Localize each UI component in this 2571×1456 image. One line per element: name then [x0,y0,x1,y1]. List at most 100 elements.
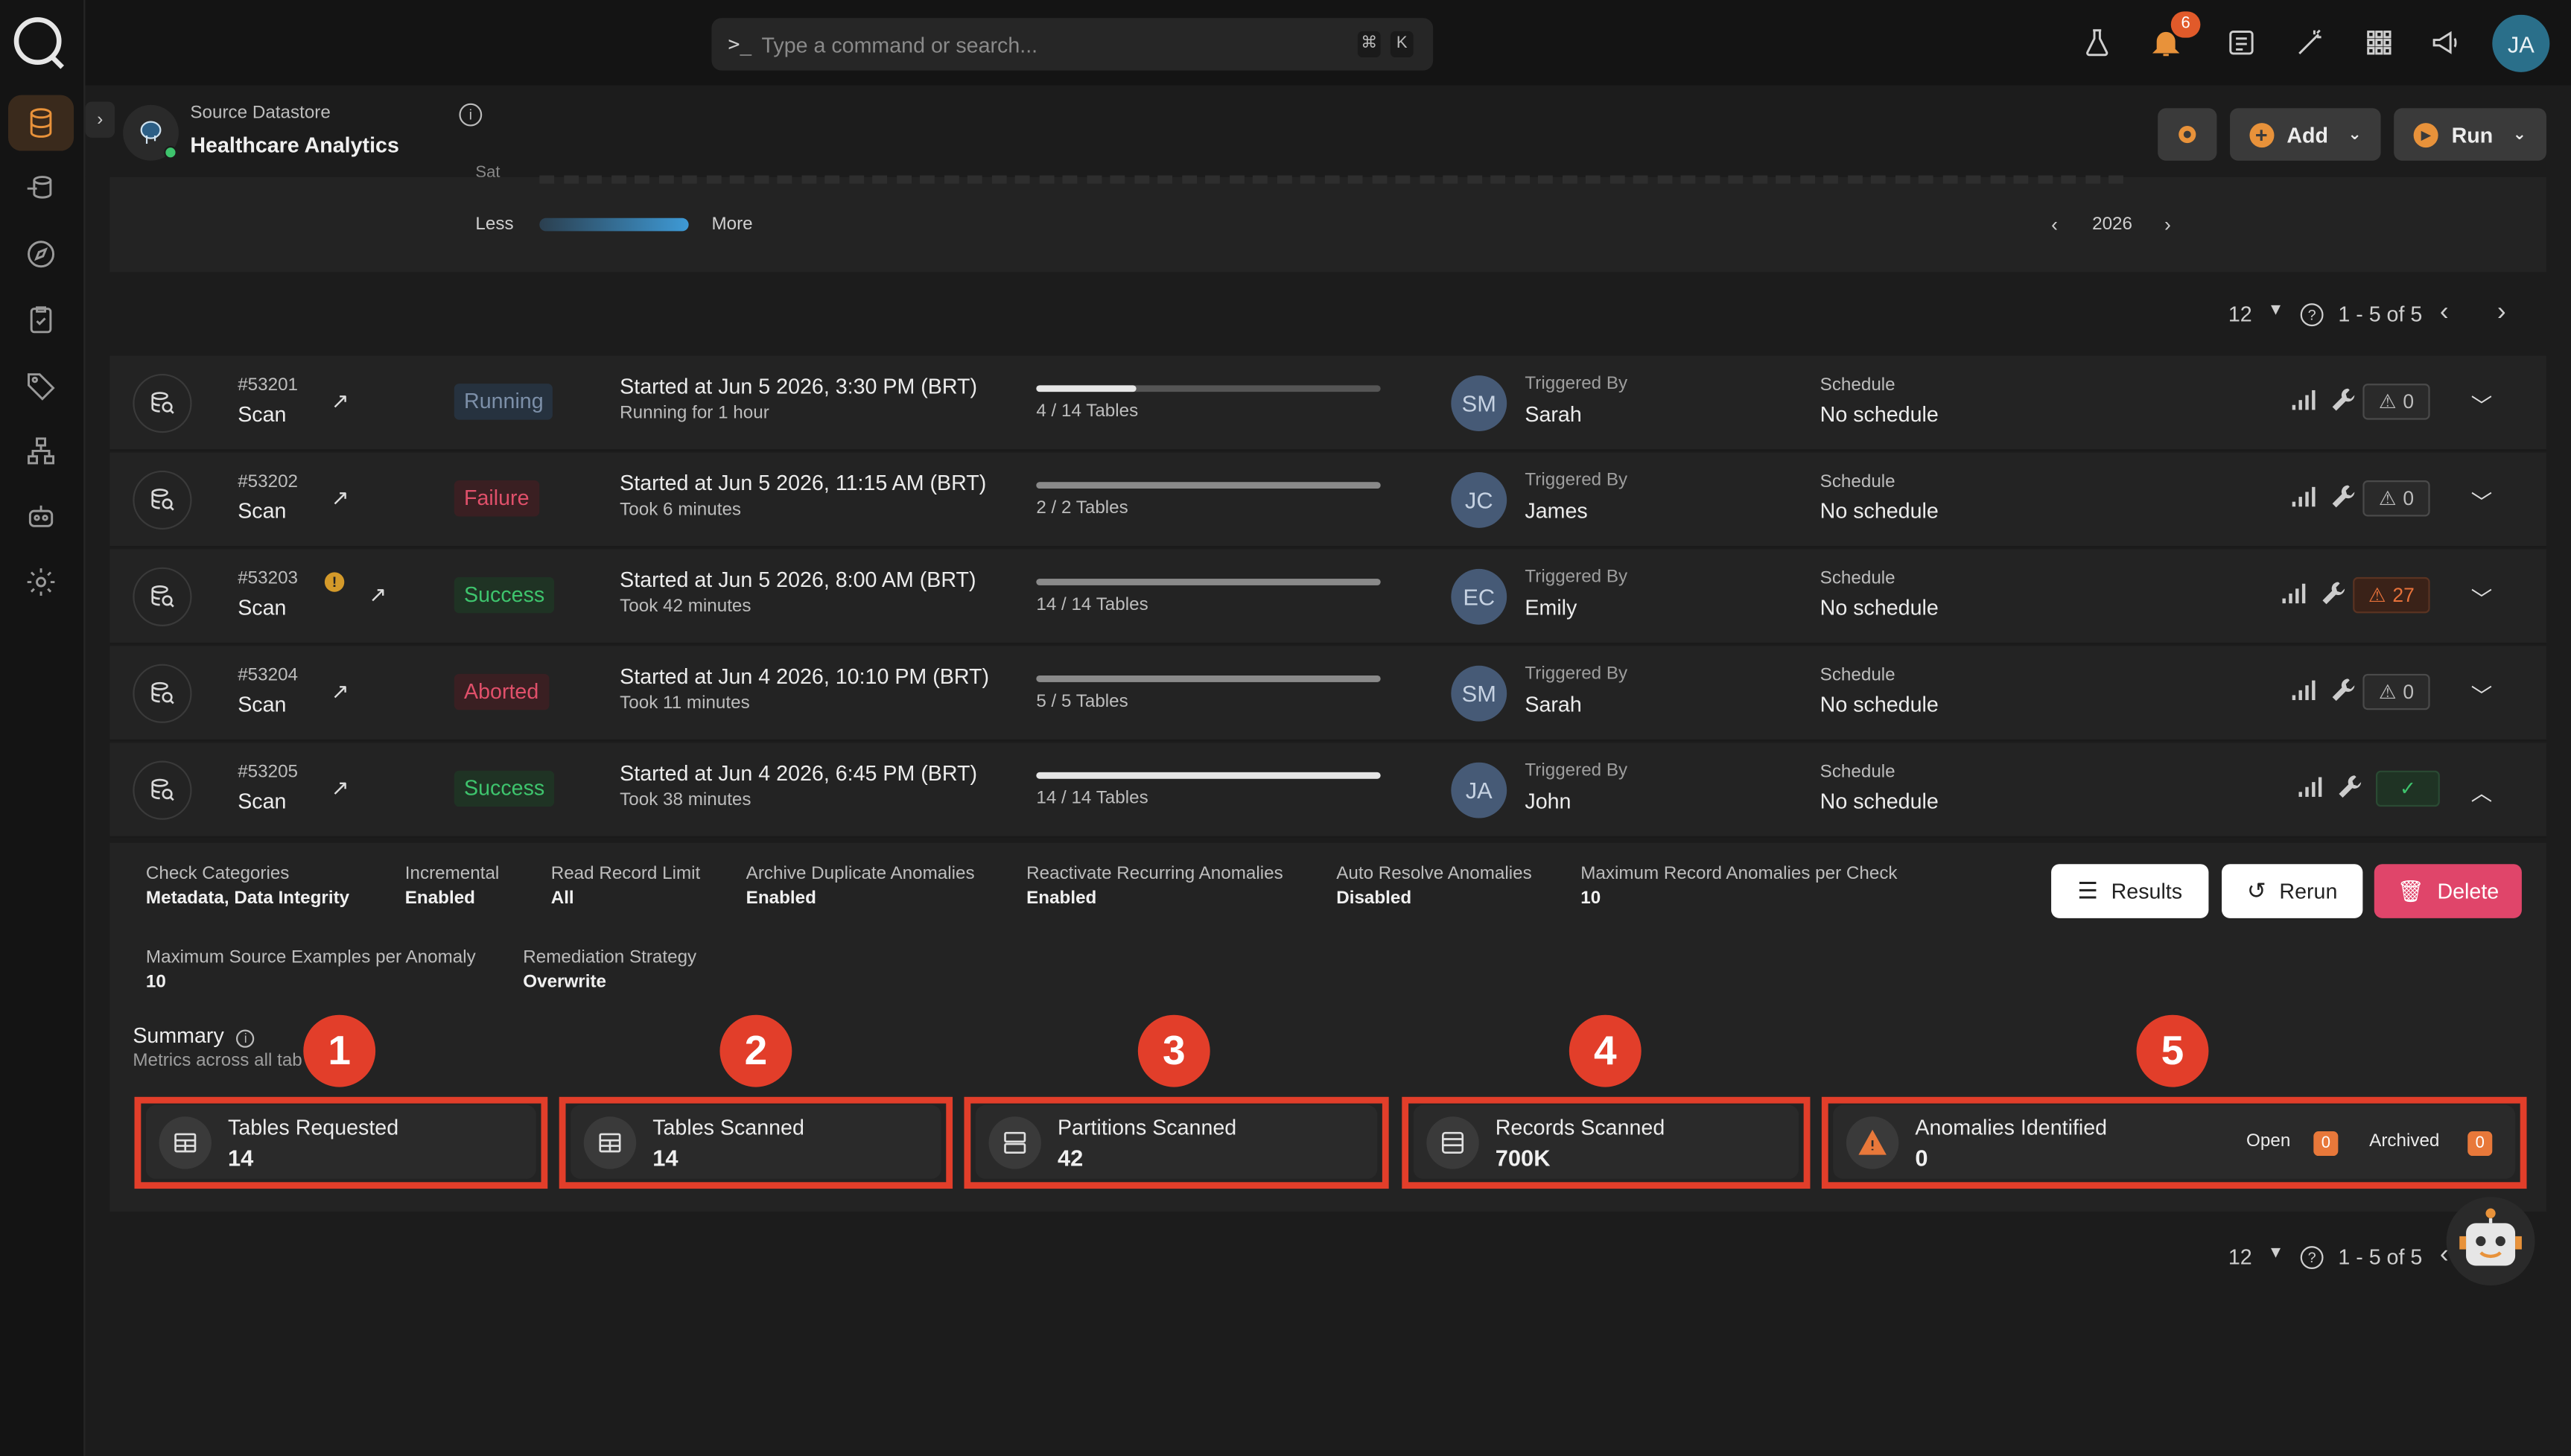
signal-strength-icon [2281,582,2307,605]
open-external-icon[interactable]: ↗ [331,678,349,705]
card-label: Records Scanned [1495,1115,1665,1140]
schedule-value: No schedule [1820,498,1939,524]
terminal-icon: >_ [728,33,752,56]
triggered-by-label: Triggered By [1525,664,1628,684]
next-year-chevron-icon[interactable]: › [2164,213,2171,236]
flask-icon[interactable] [2077,23,2117,63]
prev-year-chevron-icon[interactable]: ‹ [2051,213,2058,236]
next-page-chevron-icon[interactable]: › [2497,299,2506,328]
card-value: 14 [228,1144,254,1171]
wrench-icon[interactable] [2330,677,2356,703]
scan-row[interactable]: #53203 Scan! ↗ Success Started at Jun 5 2026… [109,549,2546,645]
heatmap-cell [872,175,888,184]
delete-button[interactable]: 🗑 Delete [2374,864,2522,918]
heatmap-cell [681,175,697,184]
scan-id: #53203 [238,568,299,589]
tables-progress-label: 14 / 14 Tables [1036,595,1148,615]
tables-progress-label: 2 / 2 Tables [1036,498,1128,518]
progress-bar [1036,579,1381,585]
wrench-icon[interactable] [2330,483,2356,509]
nav-datastores-icon[interactable] [8,95,74,151]
docs-icon[interactable] [2222,23,2261,63]
info-icon[interactable]: i [236,1029,255,1048]
nav-flows-icon[interactable] [8,423,74,479]
warning-icon: ⚠ [2378,486,2397,510]
results-label: Results [2111,879,2183,904]
expand-chevron-icon[interactable]: ﹀ [2471,389,2493,420]
nav-checks-icon[interactable] [8,292,74,348]
megaphone-icon[interactable] [2427,23,2466,63]
scan-row[interactable]: #53201 Scan ↗ Running Started at Jun 5 2026,… [109,355,2546,451]
records-scanned-card: Records Scanned 700K [1413,1104,1799,1179]
nav-tags-icon[interactable] [8,357,74,413]
progress-fill [1036,385,1137,392]
open-external-icon[interactable]: ↗ [331,486,349,512]
table-icon [583,1116,637,1169]
user-avatar[interactable]: JA [2492,14,2550,72]
triggered-by-avatar: SM [1451,375,1507,431]
rows-per-page-select[interactable]: 12 [2228,1244,2252,1269]
magic-wand-icon[interactable] [2290,23,2330,63]
summary-title: Summary i [133,1023,255,1048]
rows-per-page-select[interactable]: 12 [2228,302,2252,326]
open-external-icon[interactable]: ↗ [331,775,349,801]
meta-value: Enabled [746,888,816,909]
info-icon[interactable]: i [459,103,483,127]
open-external-icon[interactable]: ↗ [331,389,349,415]
assistant-bot-button[interactable] [2446,1197,2535,1285]
rerun-button[interactable]: ↺ Rerun [2222,864,2363,918]
tables-progress-label: 4 / 14 Tables [1036,401,1139,422]
heatmap-cell [2108,175,2123,184]
nav-agents-icon[interactable] [8,489,74,544]
apps-grid-icon[interactable] [2359,23,2399,63]
triggered-by-avatar: JA [1451,762,1507,818]
expand-chevron-icon[interactable]: ﹀ [2471,678,2493,710]
top-bar: >_ Type a command or search... ⌘ K [85,0,2571,86]
prev-page-chevron-icon[interactable]: ‹ [2440,299,2449,328]
card-label: Partitions Scanned [1057,1115,1237,1140]
connection-status-dot [164,145,177,159]
settings-button[interactable] [2158,108,2217,161]
wrench-icon[interactable] [2336,774,2362,800]
warning-icon: ⚠ [2378,680,2397,704]
expand-sidebar-chevron-icon[interactable]: › [85,101,115,138]
heatmap-cell [1942,175,1957,184]
wrench-icon[interactable] [2330,387,2356,413]
expand-chevron-icon[interactable]: ﹀ [2471,582,2493,614]
anomalies-identified-card: Anomalies Identified 0 Open 0 Archived 0 [1833,1104,2516,1179]
tables-requested-card: Tables Requested 14 [145,1104,536,1179]
heatmap-day-label: Sat [475,164,500,177]
nav-settings-icon[interactable] [8,554,74,610]
scan-type-icon [133,760,192,820]
status-badge: Success [454,576,555,614]
meta-label: Reactivate Recurring Anomalies [1026,864,1283,884]
expand-chevron-icon[interactable]: ︿ [2471,775,2493,807]
progress-fill [1036,772,1381,779]
chevron-down-icon[interactable]: ▼ [2268,1244,2284,1262]
nav-enrichment-icon[interactable] [8,161,74,217]
heatmap-cell [658,175,673,184]
add-button[interactable]: + Add ⌄ [2230,108,2381,161]
meta-label: Read Record Limit [550,864,701,884]
run-button[interactable]: ▶ Run ⌄ [2394,108,2546,161]
heatmap-cell [1443,175,1458,184]
scan-row[interactable]: #53204 Scan ↗ Aborted Started at Jun 4 2026,… [109,646,2546,742]
nav-explore-icon[interactable] [8,226,74,282]
command-search-input[interactable]: >_ Type a command or search... ⌘ K [711,18,1434,71]
results-button[interactable]: ☰ Results [2051,864,2209,918]
help-icon[interactable]: ? [2300,303,2324,327]
help-icon[interactable]: ? [2300,1246,2324,1269]
scan-row[interactable]: #53205 Scan ↗ Success Started at Jun 4 2026,… [109,743,2546,838]
scan-type: Scan [238,401,287,427]
schedule-label: Schedule [1820,665,1895,686]
heatmap-cell [1989,175,2005,184]
chevron-down-icon[interactable]: ▼ [2268,302,2284,320]
app-logo-icon[interactable] [10,13,69,72]
heatmap-cell [1823,175,1838,184]
wrench-icon[interactable] [2320,580,2346,606]
scan-row[interactable]: #53202 Scan ↗ Failure Started at Jun 5 2026,… [109,452,2546,548]
expand-chevron-icon[interactable]: ﹀ [2471,486,2493,517]
heatmap-cell [1347,175,1363,184]
open-external-icon[interactable]: ↗ [369,582,387,608]
partitions-icon [988,1116,1041,1169]
